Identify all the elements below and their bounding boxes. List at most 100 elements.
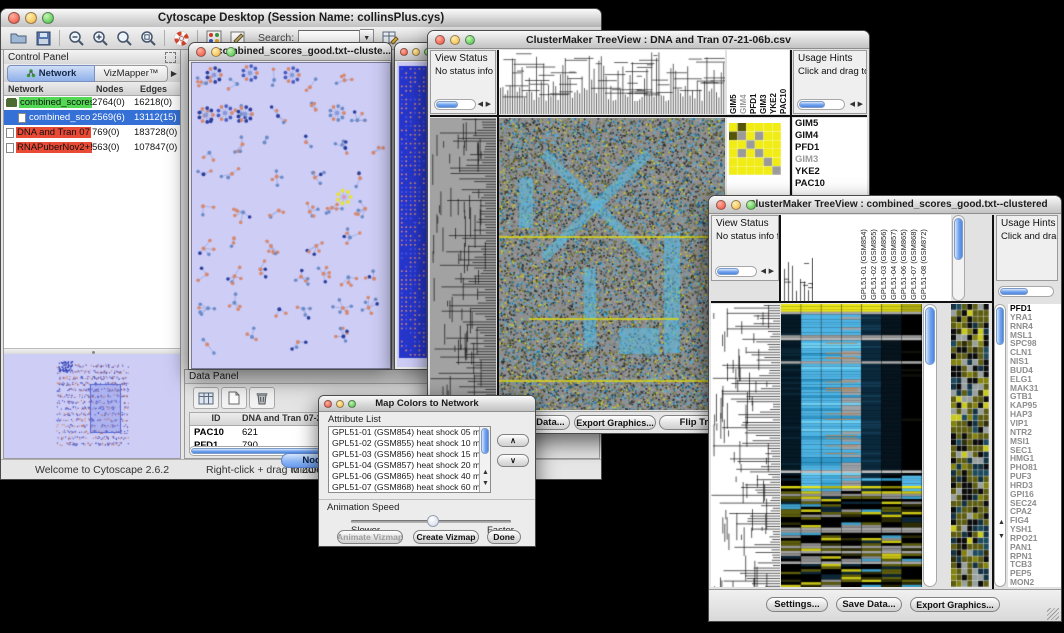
heatmap-canvas[interactable] bbox=[781, 304, 922, 587]
attribute-list-item[interactable]: GPL51-03 (GSM856) heat shock 15 min bbox=[329, 449, 479, 460]
column-label[interactable]: PFD1 bbox=[749, 52, 758, 114]
delete-attribute-icon[interactable] bbox=[249, 387, 275, 409]
close-button[interactable] bbox=[400, 48, 408, 56]
network-tree-row[interactable]: DNA and Tran 07 769(0) 183728(0) bbox=[4, 125, 180, 140]
row-dendrogram-canvas[interactable] bbox=[430, 118, 496, 410]
zoom-button[interactable] bbox=[348, 400, 356, 408]
move-up-button[interactable]: ∧ bbox=[497, 434, 529, 447]
select-attributes-icon[interactable] bbox=[193, 387, 219, 409]
minimize-button[interactable] bbox=[211, 47, 221, 57]
column-label[interactable]: GIM5 bbox=[729, 52, 738, 114]
network-tree-row[interactable]: combined_sco 2569(6) 13112(15) bbox=[4, 110, 180, 125]
gene-label[interactable]: GIM5 bbox=[793, 118, 867, 130]
window-controls[interactable] bbox=[8, 12, 54, 24]
column-vscrollbar[interactable] bbox=[952, 215, 965, 301]
column-label[interactable]: GPL51-04 (GSM857) bbox=[889, 215, 898, 300]
minimize-button[interactable] bbox=[731, 200, 741, 210]
attribute-list-item[interactable]: GPL51-02 (GSM855) heat shock 10 min bbox=[329, 438, 479, 449]
save-data-button[interactable]: Save Data... bbox=[836, 597, 902, 612]
settings-button[interactable]: Settings... bbox=[766, 597, 828, 612]
attribute-list-item[interactable]: GPL51-01 (GSM854) heat shock 05 min bbox=[329, 427, 479, 438]
correlation-matrix-canvas[interactable] bbox=[729, 123, 781, 175]
network-tree-row[interactable]: RNAPuberNov2+! 563(0) 107847(0) bbox=[4, 140, 180, 155]
gene-label[interactable]: PFD1 bbox=[793, 142, 867, 154]
new-attribute-icon[interactable] bbox=[221, 387, 247, 409]
tab-overflow-arrow[interactable]: ▶ bbox=[171, 69, 177, 78]
scroll-down-arrow[interactable]: ▼ bbox=[482, 480, 489, 487]
main-titlebar[interactable]: Cytoscape Desktop (Session Name: collins… bbox=[1, 9, 601, 28]
minimize-button[interactable] bbox=[450, 35, 460, 45]
column-dendrogram-canvas[interactable] bbox=[783, 255, 813, 301]
hints-hscrollbar[interactable] bbox=[998, 286, 1054, 297]
column-label[interactable]: PAC10 bbox=[779, 52, 788, 114]
export-graphics-button[interactable]: Export Graphics... bbox=[910, 597, 1000, 612]
zoom-out-icon[interactable] bbox=[66, 29, 86, 47]
column-label[interactable]: GIM3 bbox=[759, 52, 768, 114]
export-graphics-button[interactable]: Export Graphics... bbox=[574, 415, 656, 430]
zoom-selected-icon[interactable] bbox=[114, 29, 134, 47]
close-button[interactable] bbox=[435, 35, 445, 45]
attribute-list-item[interactable]: GPL51-06 (GSM865) heat shock 40 min bbox=[329, 471, 479, 482]
slider-thumb[interactable] bbox=[427, 515, 439, 527]
scroll-right-arrow[interactable]: ▶ bbox=[486, 101, 491, 108]
attribute-list-item[interactable]: GPL51-07 (GSM868) heat shock 60 min bbox=[329, 482, 479, 493]
gene-label[interactable]: MON2 bbox=[1008, 578, 1061, 587]
attribute-list-item[interactable]: GPL51-04 (GSM857) heat shock 20 min bbox=[329, 460, 479, 471]
zoom-heatmap-canvas[interactable] bbox=[951, 304, 989, 587]
heatmap-canvas[interactable] bbox=[499, 118, 725, 410]
hints-hscrollbar[interactable] bbox=[797, 99, 845, 110]
move-down-button[interactable]: ∨ bbox=[497, 454, 529, 467]
create-vizmap-button[interactable]: Create Vizmap bbox=[413, 530, 479, 544]
network-canvas[interactable] bbox=[191, 62, 391, 369]
column-label[interactable]: GIM4 bbox=[739, 52, 748, 114]
row-dendrogram-canvas[interactable] bbox=[711, 304, 780, 587]
resize-grip[interactable] bbox=[1047, 608, 1059, 620]
column-label[interactable]: GPL51-01 (GSM854) bbox=[859, 215, 868, 300]
scroll-up-arrow[interactable]: ▲ bbox=[998, 519, 1005, 526]
gene-list-vscrollbar[interactable]: ▲ ▼ bbox=[994, 304, 1006, 587]
scroll-up-arrow[interactable]: ▲ bbox=[482, 469, 489, 476]
tab-vizmapper[interactable]: VizMapper™ bbox=[95, 65, 168, 82]
float-panel-icon[interactable] bbox=[165, 52, 176, 63]
zoom-button[interactable] bbox=[465, 35, 475, 45]
treeview1-titlebar[interactable]: ClusterMaker TreeView : DNA and Tran 07-… bbox=[428, 31, 869, 49]
zoom-button[interactable] bbox=[746, 200, 756, 210]
zoom-button[interactable] bbox=[42, 12, 54, 24]
minimize-button[interactable] bbox=[25, 12, 37, 24]
help-lifebuoy-icon[interactable] bbox=[171, 29, 191, 47]
scroll-left-arrow[interactable]: ◀ bbox=[761, 268, 766, 275]
zoom-button[interactable] bbox=[226, 47, 236, 57]
heatmap-vscrollbar[interactable] bbox=[923, 304, 937, 587]
column-dendrogram-canvas[interactable] bbox=[499, 50, 725, 114]
status-hscrollbar[interactable] bbox=[434, 99, 476, 110]
close-button[interactable] bbox=[324, 400, 332, 408]
save-session-icon[interactable] bbox=[33, 29, 53, 47]
animate-vizmap-button[interactable]: Animate Vizmap bbox=[337, 530, 403, 544]
tab-network[interactable]: Network bbox=[7, 65, 95, 82]
close-button[interactable] bbox=[716, 200, 726, 210]
scroll-right-arrow[interactable]: ▶ bbox=[769, 268, 774, 275]
treeview2-titlebar[interactable]: ClusterMaker TreeView : combined_scores_… bbox=[709, 196, 1061, 214]
column-label[interactable]: GPL51-02 (GSM855) bbox=[869, 215, 878, 300]
scroll-down-arrow[interactable]: ▼ bbox=[998, 533, 1005, 540]
scroll-right-arrow[interactable]: ▶ bbox=[858, 101, 863, 108]
close-button[interactable] bbox=[196, 47, 206, 57]
column-label[interactable]: GPL51-07 (GSM868) bbox=[909, 215, 918, 300]
column-label[interactable]: GPL51-08 (GSM872) bbox=[919, 215, 928, 300]
list-vscrollbar[interactable]: ▲ ▼ bbox=[479, 427, 490, 492]
column-label[interactable]: GPL51-03 (GSM856) bbox=[879, 215, 888, 300]
minimize-button[interactable] bbox=[336, 400, 344, 408]
column-label[interactable]: YKE2 bbox=[769, 52, 778, 114]
close-button[interactable] bbox=[8, 12, 20, 24]
network-view-titlebar[interactable]: combined_scores_good.txt--cluste... bbox=[189, 43, 391, 61]
column-tree-area[interactable]: GPL51-01 (GSM854)GPL51-02 (GSM855)GPL51-… bbox=[781, 215, 951, 301]
column-label[interactable]: GPL51-06 (GSM865) bbox=[899, 215, 908, 300]
dialog-titlebar[interactable]: Map Colors to Network bbox=[319, 396, 535, 412]
open-session-icon[interactable] bbox=[9, 29, 29, 47]
gene-label[interactable]: PAC10 bbox=[793, 178, 867, 190]
gene-label[interactable]: GIM3 bbox=[793, 154, 867, 166]
status-hscrollbar[interactable] bbox=[715, 266, 757, 277]
network-overview-canvas[interactable] bbox=[4, 354, 180, 458]
zoom-fit-icon[interactable] bbox=[138, 29, 158, 47]
zoom-in-icon[interactable] bbox=[90, 29, 110, 47]
